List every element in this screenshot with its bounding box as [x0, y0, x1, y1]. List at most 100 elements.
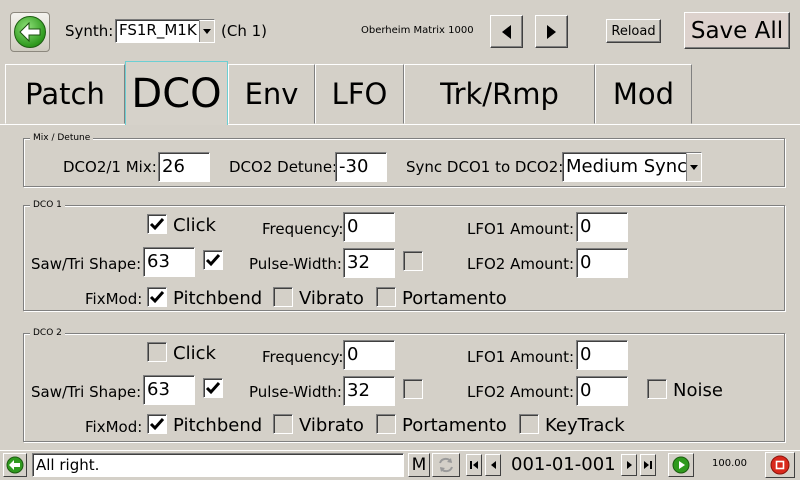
- refresh-icon: [439, 457, 453, 473]
- mix-field[interactable]: 26: [158, 152, 210, 182]
- save-all-button[interactable]: Save All: [684, 12, 790, 49]
- back-button[interactable]: [10, 12, 50, 52]
- tab-trk-rmp[interactable]: Trk/Rmp: [404, 64, 595, 124]
- dco1-click-label: Click: [173, 215, 216, 236]
- dco1-vibrato-checkbox[interactable]: [273, 287, 293, 307]
- dco1-frequency-field[interactable]: 0: [343, 212, 395, 242]
- dco1-saw-tri-field[interactable]: 63: [143, 247, 195, 277]
- sync-select-value: Medium Sync: [566, 156, 686, 177]
- group-title: Mix / Detune: [30, 132, 94, 144]
- stop-button[interactable]: [765, 452, 795, 478]
- dco1-lfo2-label: LFO2 Amount:: [467, 255, 575, 273]
- checkmark-icon: [205, 382, 221, 395]
- back-arrow-icon: [6, 456, 24, 474]
- step-back-button[interactable]: [485, 454, 501, 476]
- rewind-button[interactable]: [466, 454, 482, 476]
- song-position: 001-01-001: [511, 454, 616, 475]
- sync-label: Sync DCO1 to DCO2:: [406, 158, 564, 176]
- dco1-lfo1-field[interactable]: 0: [576, 212, 628, 242]
- dco2-pulse-checkbox[interactable]: [403, 379, 423, 399]
- stop-icon: [770, 455, 790, 475]
- triangle-left-icon: [502, 24, 511, 39]
- next-patch-button[interactable]: [535, 15, 568, 48]
- m-button[interactable]: M: [408, 453, 430, 477]
- group-title: DCO 2: [30, 327, 65, 339]
- dco1-vibrato-label: Vibrato: [299, 288, 364, 309]
- prev-patch-button[interactable]: [490, 15, 523, 48]
- synth-label: Synth:: [65, 22, 114, 40]
- dco2-lfo2-label: LFO2 Amount:: [467, 383, 575, 401]
- detune-field[interactable]: -30: [335, 152, 387, 182]
- dco1-pulse-width-label: Pulse-Width:: [249, 255, 342, 273]
- dco2-pitchbend-label: Pitchbend: [173, 415, 263, 436]
- dco2-keytrack-label: KeyTrack: [545, 415, 625, 436]
- dco2-saw-tri-checkbox[interactable]: [203, 378, 223, 398]
- status-back-button[interactable]: [3, 453, 27, 477]
- play-icon: [672, 456, 690, 474]
- tempo-display: 100.00: [712, 458, 747, 469]
- dco1-portamento-label: Portamento: [402, 288, 507, 309]
- dco2-lfo2-field[interactable]: 0: [576, 376, 628, 406]
- checkmark-icon: [205, 254, 221, 267]
- synth-select-value: FS1R_M1K: [119, 21, 197, 39]
- dco1-lfo2-field[interactable]: 0: [576, 248, 628, 278]
- checkmark-icon: [149, 418, 165, 431]
- dco1-pitchbend-checkbox[interactable]: [147, 287, 167, 307]
- dco2-pitchbend-checkbox[interactable]: [147, 414, 167, 434]
- tab-env[interactable]: Env: [228, 64, 315, 124]
- dco2-lfo1-field[interactable]: 0: [576, 340, 628, 370]
- tab-mod[interactable]: Mod: [595, 64, 692, 124]
- skip-back-icon: [473, 461, 478, 469]
- dco2-keytrack-checkbox[interactable]: [519, 414, 539, 434]
- dco2-pulse-width-label: Pulse-Width:: [249, 383, 342, 401]
- dco2-lfo1-label: LFO1 Amount:: [467, 348, 575, 366]
- group-title: DCO 1: [30, 199, 65, 211]
- play-button[interactable]: [668, 453, 694, 477]
- dco2-portamento-checkbox[interactable]: [376, 414, 396, 434]
- dco2-saw-tri-field[interactable]: 63: [143, 375, 195, 405]
- dco2-vibrato-label: Vibrato: [299, 415, 364, 436]
- dco2-vibrato-checkbox[interactable]: [273, 414, 293, 434]
- dco2-frequency-label: Frequency:: [262, 348, 344, 366]
- triangle-left-icon: [490, 461, 496, 469]
- fast-forward-button[interactable]: [640, 454, 656, 476]
- dco1-pulse-width-field[interactable]: 32: [343, 248, 395, 278]
- back-arrow-icon: [14, 16, 46, 48]
- dco2-noise-label: Noise: [673, 380, 723, 401]
- dco1-pulse-checkbox[interactable]: [403, 251, 423, 271]
- tab-strip-divider: [0, 124, 800, 125]
- dco2-saw-tri-label: Saw/Tri Shape:: [31, 383, 142, 401]
- dco1-saw-tri-checkbox[interactable]: [203, 250, 223, 270]
- dco1-saw-tri-label: Saw/Tri Shape:: [31, 255, 142, 273]
- tab-lfo[interactable]: LFO: [315, 64, 404, 124]
- device-name: Oberheim Matrix 1000: [361, 25, 474, 36]
- dco2-noise-checkbox[interactable]: [647, 379, 667, 399]
- dco2-click-checkbox[interactable]: [147, 342, 167, 362]
- dco2-pulse-width-field[interactable]: 32: [343, 376, 395, 406]
- sync-button[interactable]: [432, 453, 460, 477]
- dco1-fixmod-label: FixMod:: [85, 290, 143, 308]
- dco2-frequency-field[interactable]: 0: [343, 340, 395, 370]
- synth-select[interactable]: FS1R_M1K: [115, 19, 215, 43]
- dco1-click-checkbox[interactable]: [147, 214, 167, 234]
- skip-forward-icon: [644, 461, 649, 469]
- mix-label: DCO2/1 Mix:: [63, 158, 157, 176]
- tab-patch[interactable]: Patch: [5, 64, 125, 124]
- checkmark-icon: [149, 291, 165, 304]
- sync-select[interactable]: Medium Sync: [562, 152, 702, 182]
- detune-label: DCO2 Detune:: [229, 158, 338, 176]
- dco1-portamento-checkbox[interactable]: [376, 287, 396, 307]
- tab-dco[interactable]: DCO: [125, 61, 228, 125]
- checkmark-icon: [149, 218, 165, 231]
- chevron-down-icon: [686, 153, 701, 181]
- step-forward-button[interactable]: [621, 454, 637, 476]
- triangle-right-icon: [547, 24, 556, 39]
- channel-label: (Ch 1): [221, 22, 267, 40]
- dco2-fixmod-label: FixMod:: [85, 418, 143, 436]
- status-message: All right.: [32, 453, 404, 477]
- dco1-pitchbend-label: Pitchbend: [173, 288, 263, 309]
- triangle-right-icon: [626, 461, 632, 469]
- reload-button[interactable]: Reload: [606, 19, 661, 43]
- chevron-down-icon: [199, 20, 214, 42]
- dco2-click-label: Click: [173, 343, 216, 364]
